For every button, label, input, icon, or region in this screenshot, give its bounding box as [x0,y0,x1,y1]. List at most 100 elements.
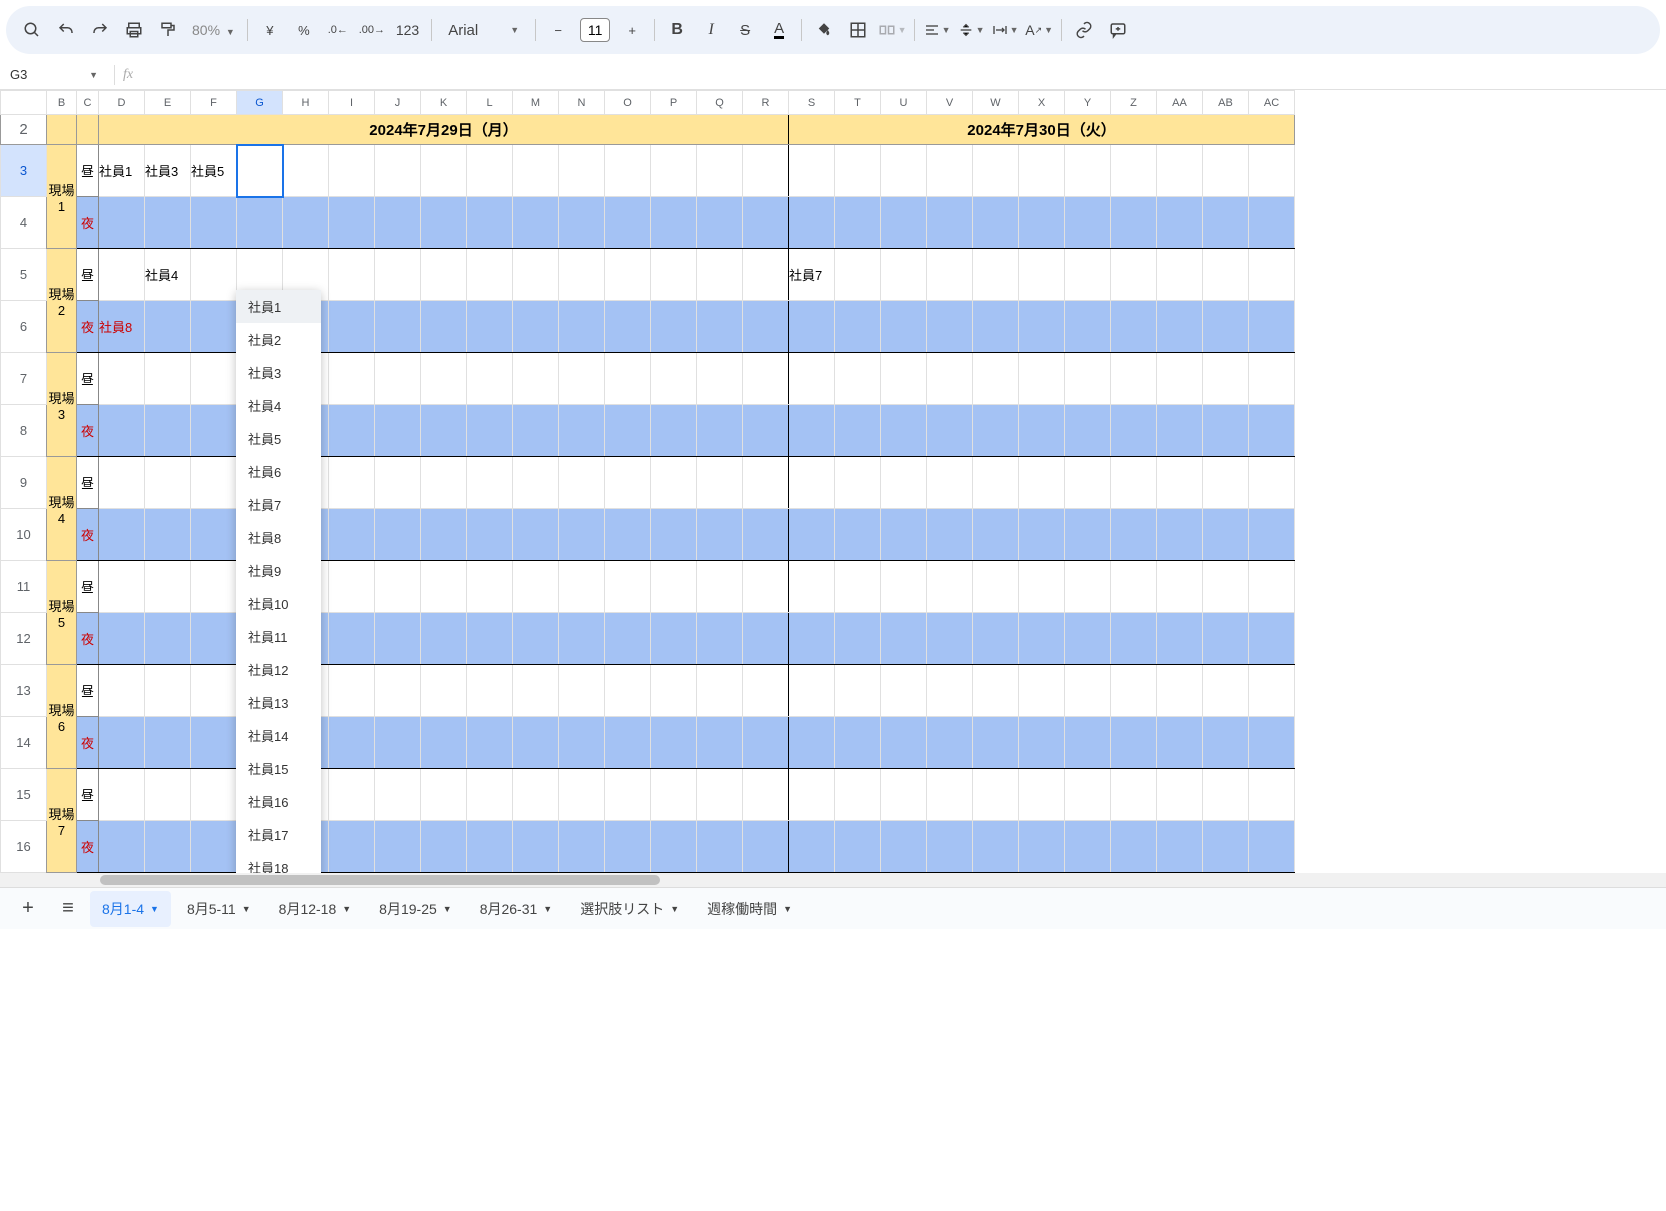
data-validation-dropdown[interactable]: 社員1社員2社員3社員4社員5社員6社員7社員8社員9社員10社員11社員12社… [236,290,321,873]
dropdown-item[interactable]: 社員3 [236,356,321,389]
dropdown-item[interactable]: 社員15 [236,752,321,785]
table-row[interactable]: 10 夜 [1,509,1295,561]
site-label: 現場3 [47,353,77,457]
italic-button[interactable]: I [695,14,727,46]
row-header: 5 [1,249,47,301]
formula-bar: G3▼ fx [0,60,1666,90]
table-row[interactable]: 6 夜 社員8 [1,301,1295,353]
dropdown-item[interactable]: 社員6 [236,455,321,488]
dropdown-item[interactable]: 社員18 [236,851,321,873]
paint-format-icon[interactable] [152,14,184,46]
name-box[interactable]: G3▼ [10,67,106,82]
currency-button[interactable]: ¥ [254,14,286,46]
sheet-tab[interactable]: 8月5-11▼ [175,891,263,927]
shift-label: 夜 [77,509,99,561]
dropdown-item[interactable]: 社員2 [236,323,321,356]
table-row[interactable]: 11現場5昼 [1,561,1295,613]
strike-button[interactable]: S [729,14,761,46]
shift-label: 昼 [77,249,99,301]
sheet-tab[interactable]: 8月12-18▼ [267,891,364,927]
table-row[interactable]: 14夜 [1,717,1295,769]
shift-label: 夜 [77,717,99,769]
cell: 社員3 [145,145,191,197]
selected-cell [237,145,283,197]
search-icon[interactable] [16,14,48,46]
font-size-decrease[interactable]: − [542,14,574,46]
col-header: AA [1157,91,1203,115]
valign-button[interactable]: ▼ [955,14,987,46]
shift-label: 昼 [77,665,99,717]
zoom-select[interactable]: 80% ▼ [186,22,241,38]
dropdown-item[interactable]: 社員5 [236,422,321,455]
table-row[interactable]: 16夜 [1,821,1295,873]
comment-icon[interactable] [1102,14,1134,46]
table-row[interactable]: 5 現場2 昼 社員4 社員7 [1,249,1295,301]
dropdown-item[interactable]: 社員10 [236,587,321,620]
table-row[interactable]: 15現場7昼 [1,769,1295,821]
dropdown-item[interactable]: 社員7 [236,488,321,521]
dropdown-item[interactable]: 社員9 [236,554,321,587]
dropdown-item[interactable]: 社員11 [236,620,321,653]
horizontal-scrollbar[interactable] [0,873,1666,887]
shift-label: 昼 [77,457,99,509]
table-row[interactable]: 12夜 [1,613,1295,665]
table-row[interactable]: 3 現場1 昼 社員1 社員3 社員5 [1,145,1295,197]
sheet-tab[interactable]: 8月1-4▼ [90,891,171,927]
percent-button[interactable]: % [288,14,320,46]
row-header: 8 [1,405,47,457]
table-row[interactable]: 8夜 [1,405,1295,457]
undo-icon[interactable] [50,14,82,46]
row-header: 13 [1,665,47,717]
dropdown-item[interactable]: 社員14 [236,719,321,752]
spreadsheet-grid[interactable]: B C D E F G H I J K L M N O P Q R S T U … [0,90,1295,873]
table-row[interactable]: 7現場3昼 [1,353,1295,405]
sheet-tab[interactable]: 週稼働時間▼ [695,891,804,927]
dropdown-item[interactable]: 社員1 [236,290,321,323]
shift-label: 夜 [77,821,99,873]
site-label: 現場5 [47,561,77,665]
font-select[interactable]: Arial▼ [438,22,529,39]
text-color-button[interactable]: A [763,14,795,46]
font-size-input[interactable] [580,18,610,42]
redo-icon[interactable] [84,14,116,46]
col-header: V [927,91,973,115]
add-sheet-button[interactable]: + [10,891,46,927]
dropdown-item[interactable]: 社員17 [236,818,321,851]
col-header: H [283,91,329,115]
rotate-button[interactable]: A↗▼ [1023,14,1055,46]
select-all-corner[interactable] [1,91,47,115]
all-sheets-button[interactable]: ≡ [50,891,86,927]
date-header-row[interactable]: 2 2024年7月29日（月） 2024年7月30日（火） [1,115,1295,145]
dropdown-item[interactable]: 社員8 [236,521,321,554]
col-header: G [237,91,283,115]
table-row[interactable]: 9現場4昼 [1,457,1295,509]
increase-decimal-button[interactable]: .00→ [356,14,388,46]
dropdown-item[interactable]: 社員13 [236,686,321,719]
wrap-button[interactable]: ▼ [989,14,1021,46]
site-label: 現場4 [47,457,77,561]
sheet-tab[interactable]: 8月19-25▼ [367,891,464,927]
print-icon[interactable] [118,14,150,46]
table-row[interactable]: 4 夜 [1,197,1295,249]
column-headers[interactable]: B C D E F G H I J K L M N O P Q R S T U … [1,91,1295,115]
font-size-increase[interactable]: + [616,14,648,46]
col-header: X [1019,91,1065,115]
borders-button[interactable] [842,14,874,46]
fx-icon: fx [123,67,133,83]
decrease-decimal-button[interactable]: .0← [322,14,354,46]
table-row[interactable]: 13現場6昼 [1,665,1295,717]
bold-button[interactable]: B [661,14,693,46]
shift-label: 昼 [77,353,99,405]
dropdown-item[interactable]: 社員4 [236,389,321,422]
fill-color-button[interactable] [808,14,840,46]
dropdown-item[interactable]: 社員16 [236,785,321,818]
halign-button[interactable]: ▼ [921,14,953,46]
row-header: 10 [1,509,47,561]
link-icon[interactable] [1068,14,1100,46]
site-label: 現場7 [47,769,77,873]
sheet-tab[interactable]: 8月26-31▼ [468,891,565,927]
more-formats-button[interactable]: 123 [390,22,425,38]
dropdown-item[interactable]: 社員12 [236,653,321,686]
sheet-tab[interactable]: 選択肢リスト▼ [568,891,691,927]
merge-button[interactable]: ▼ [876,14,908,46]
